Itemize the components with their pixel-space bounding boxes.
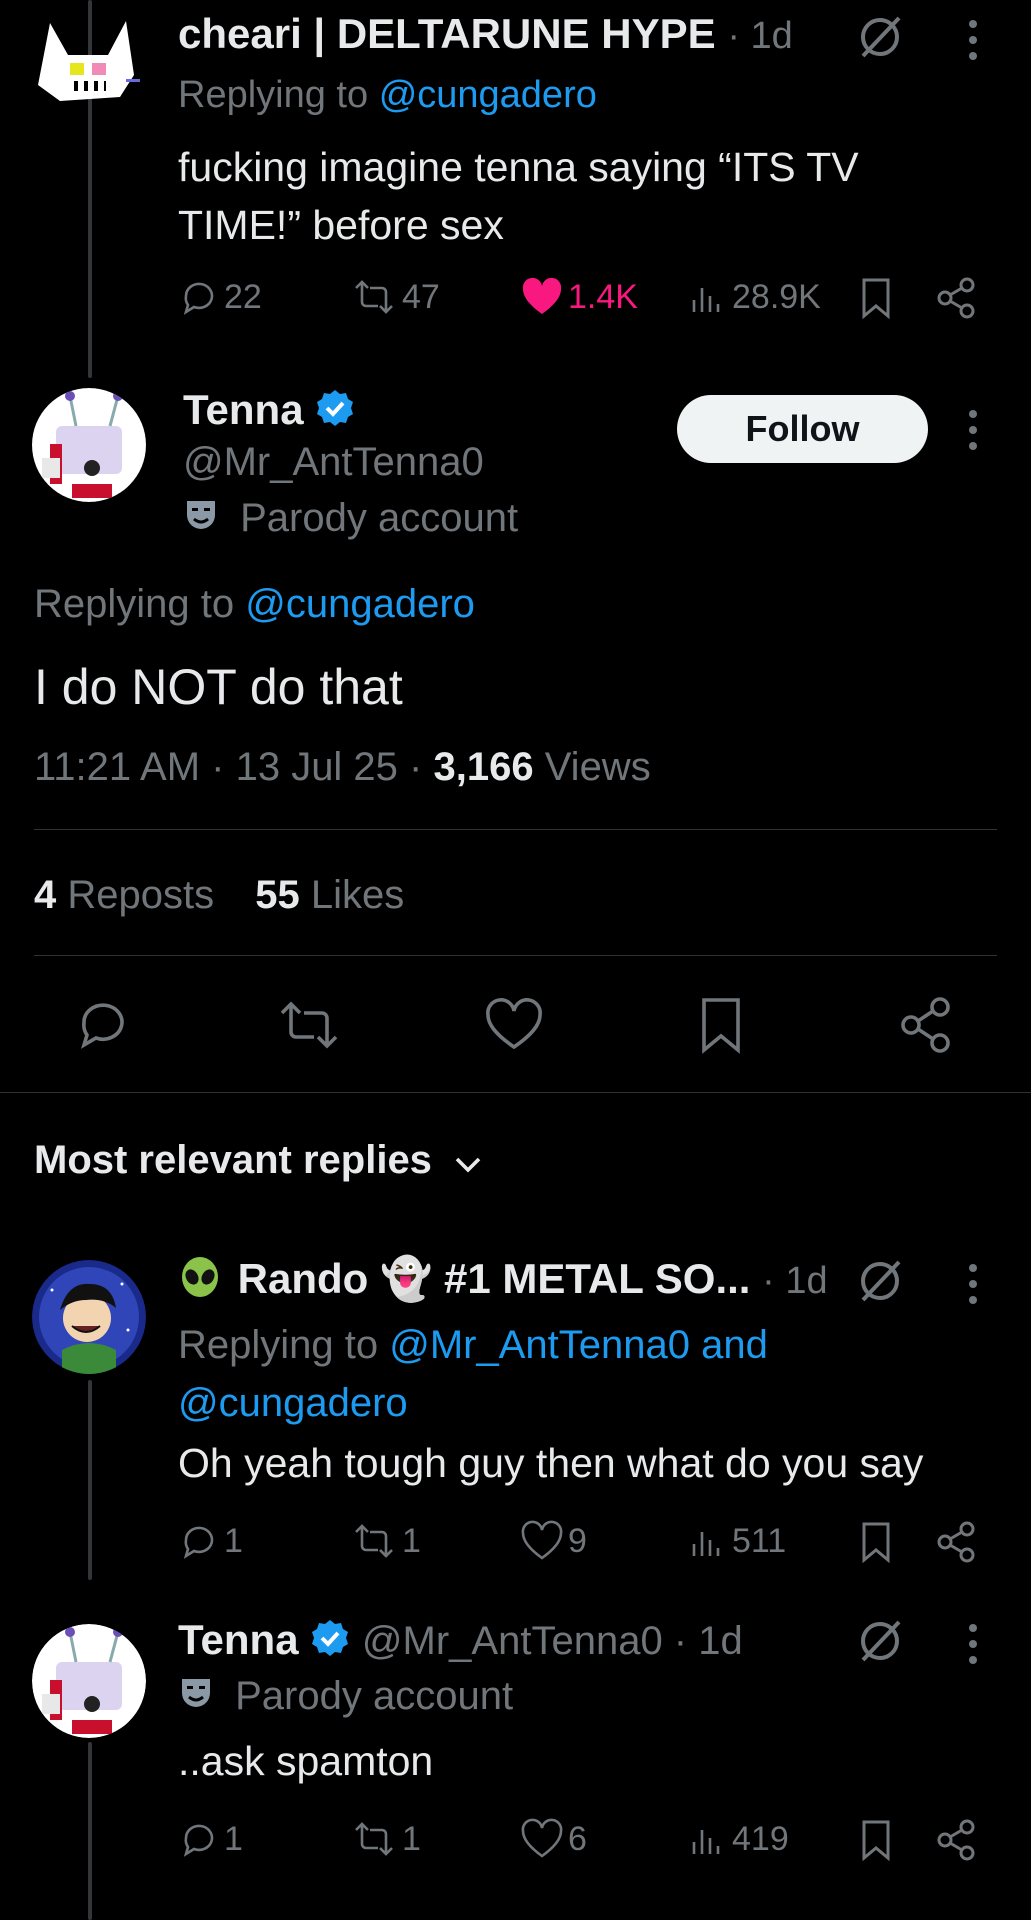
repost-count: 1 <box>402 1819 421 1858</box>
follow-button[interactable]: Follow <box>677 395 928 463</box>
share-icon[interactable] <box>935 1520 977 1569</box>
replying-to-link[interactable]: @cungadero <box>379 74 597 116</box>
likes-label: Likes <box>310 873 405 917</box>
parody-mask-icon <box>178 1675 214 1721</box>
post-text: Oh yeah tough guy then what do you say <box>178 1440 924 1486</box>
author-name[interactable]: Rando 👻 #1 METAL SO... <box>238 1255 751 1302</box>
handle-timestamp[interactable]: @Mr_AntTenna0 · 1d <box>362 1619 743 1663</box>
repost-button[interactable]: 47 <box>350 276 440 318</box>
replying-to-label: Replying to <box>178 1323 379 1367</box>
replying-to-label: Replying to <box>34 582 235 626</box>
like-button[interactable] <box>484 997 544 1058</box>
reply-count: 1 <box>224 1521 243 1560</box>
reply-button[interactable]: 1 <box>178 1818 243 1860</box>
parody-mask-icon <box>183 497 219 543</box>
avatar[interactable] <box>32 1624 146 1738</box>
avatar[interactable] <box>32 1260 146 1374</box>
likes-count: 55 <box>255 873 300 917</box>
reply-count: 22 <box>224 277 262 316</box>
replying-to-link[interactable]: @cungadero <box>178 1374 768 1432</box>
parody-label: Parody account <box>235 1674 514 1718</box>
like-button[interactable]: 6 <box>520 1818 587 1860</box>
views-button[interactable]: 419 <box>688 1818 789 1860</box>
verified-badge-icon <box>315 388 355 438</box>
more-options-icon[interactable] <box>966 408 980 457</box>
likes-stat[interactable]: 55 Likes <box>255 873 404 917</box>
repost-count: 1 <box>402 1521 421 1560</box>
reposts-count: 4 <box>34 873 57 917</box>
repost-button[interactable]: 1 <box>350 1520 421 1562</box>
repost-button[interactable]: 1 <box>350 1818 421 1860</box>
avatar[interactable] <box>30 15 148 110</box>
reply-button[interactable]: 22 <box>178 276 262 318</box>
author-name[interactable]: cheari | DELTARUNE HYPE <box>178 10 716 57</box>
views-button[interactable]: 511 <box>688 1520 786 1562</box>
grok-icon[interactable] <box>855 12 905 67</box>
views-button[interactable]: 28.9K <box>688 276 821 318</box>
views-count: 28.9K <box>732 277 821 316</box>
sort-label: Most relevant replies <box>34 1138 432 1182</box>
divider <box>34 829 997 830</box>
timestamp[interactable]: · 1d <box>727 15 792 57</box>
alien-emoji-icon <box>178 1255 222 1309</box>
post-text: ..ask spamton <box>178 1738 434 1784</box>
views-count: 419 <box>732 1819 789 1858</box>
like-count: 9 <box>568 1521 587 1560</box>
like-button[interactable]: 9 <box>520 1520 587 1562</box>
post-text: TIME!” before sex <box>178 202 504 248</box>
reply-button[interactable]: 1 <box>178 1520 243 1562</box>
views-count: 511 <box>732 1521 787 1560</box>
bookmark-icon[interactable] <box>858 1520 894 1569</box>
grok-icon[interactable] <box>855 1256 905 1311</box>
replying-to-link[interactable]: @cungadero <box>245 582 475 626</box>
timestamp[interactable]: · 1d <box>762 1260 827 1302</box>
bookmark-icon[interactable] <box>858 276 894 325</box>
more-options-icon[interactable] <box>966 1622 980 1671</box>
verified-badge-icon <box>310 1618 350 1668</box>
like-count: 6 <box>568 1819 587 1858</box>
reply-button[interactable] <box>74 995 134 1060</box>
parody-label: Parody account <box>240 496 519 540</box>
post-text: fucking imagine tenna saying “ITS TV <box>178 144 859 190</box>
reposts-stat[interactable]: 4 Reposts <box>34 873 225 917</box>
avatar[interactable] <box>32 388 146 502</box>
divider <box>34 955 997 956</box>
share-button[interactable] <box>898 995 954 1060</box>
author-name[interactable]: Tenna <box>183 386 304 433</box>
author-handle[interactable]: @Mr_AntTenna0 <box>183 440 484 485</box>
views-count: 3,166 <box>433 745 534 789</box>
replying-to-link[interactable]: @Mr_AntTenna0 and <box>389 1323 768 1367</box>
post-timestamp[interactable]: 11:21 AM · 13 Jul 25 · <box>34 745 422 789</box>
chevron-down-icon <box>453 1140 483 1185</box>
like-count: 1.4K <box>568 277 638 316</box>
more-options-icon[interactable] <box>966 1262 980 1311</box>
share-icon[interactable] <box>935 1818 977 1867</box>
section-divider <box>0 1092 1031 1093</box>
post-text: I do NOT do that <box>34 659 403 715</box>
follow-label: Follow <box>745 408 860 449</box>
repost-button[interactable] <box>276 997 342 1058</box>
replying-to-label: Replying to <box>178 74 369 116</box>
views-label: Views <box>544 745 651 789</box>
reply-sort-dropdown[interactable]: Most relevant replies <box>34 1138 483 1185</box>
author-name[interactable]: Tenna <box>178 1616 299 1663</box>
thread-line <box>88 1742 92 1920</box>
thread-line <box>88 1380 92 1580</box>
reply-count: 1 <box>224 1819 243 1858</box>
repost-count: 47 <box>402 277 440 316</box>
like-button[interactable]: 1.4K <box>520 276 638 318</box>
share-icon[interactable] <box>935 276 977 325</box>
bookmark-button[interactable] <box>696 995 746 1060</box>
grok-icon[interactable] <box>855 1616 905 1671</box>
more-options-icon[interactable] <box>966 18 980 67</box>
reposts-label: Reposts <box>67 873 215 917</box>
bookmark-icon[interactable] <box>858 1818 894 1867</box>
